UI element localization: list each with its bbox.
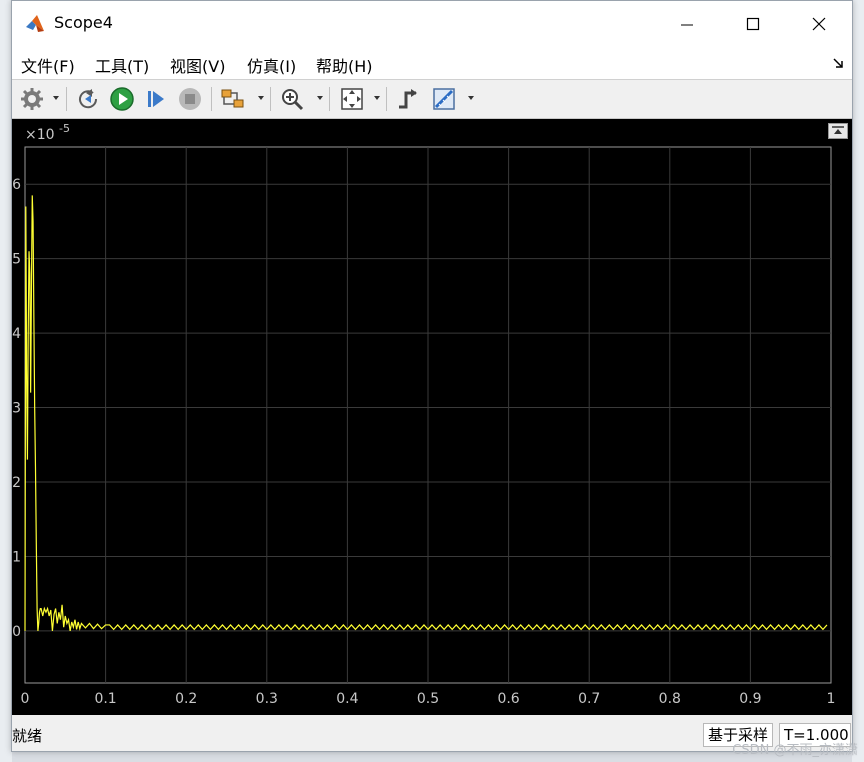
close-button[interactable]	[786, 1, 852, 47]
toolbar	[12, 79, 852, 119]
menu-tools[interactable]: 工具(T)	[95, 53, 149, 77]
y-tick-label: 6	[12, 177, 21, 193]
gear-icon	[21, 88, 43, 110]
y-tick-label: 1	[12, 549, 21, 565]
run-icon	[110, 87, 134, 111]
highlight-block-button[interactable]	[220, 86, 248, 112]
x-tick-label: 0.4	[336, 691, 358, 707]
window-title: Scope4	[54, 13, 113, 32]
menu-bar: 文件(F) 工具(T) 视图(V) 仿真(I) 帮助(H)	[12, 47, 852, 79]
title-bar[interactable]: Scope4	[12, 1, 852, 47]
fit-to-view-icon	[341, 88, 363, 110]
dock-arrow-icon[interactable]	[832, 57, 844, 69]
toolbar-separator	[66, 87, 67, 111]
plot-area[interactable]: 0 0.1 0.2 0.3 0.4 0.5 0.6 0.7 0.8 0.9 1 0 1 2 3 4 5 6 ×10-…	[12, 119, 852, 715]
fit-dropdown[interactable]	[374, 96, 380, 100]
y-tick-label: 3	[12, 401, 21, 417]
zoom-button[interactable]	[280, 86, 304, 112]
stop-button[interactable]	[177, 86, 203, 112]
y-tick-label: 5	[12, 252, 21, 268]
x-tick-label: 0.9	[739, 691, 761, 707]
status-bar: 就绪 基于采样 T=1.000	[12, 715, 852, 751]
step-back-icon	[79, 89, 98, 109]
expand-axes-icon[interactable]	[828, 123, 848, 139]
measurements-dropdown[interactable]	[468, 96, 474, 100]
settings-dropdown[interactable]	[53, 96, 59, 100]
y-tick-label: 0	[12, 624, 21, 640]
settings-button[interactable]	[20, 86, 44, 112]
toolbar-separator	[386, 87, 387, 111]
run-button[interactable]	[109, 86, 135, 112]
toolbar-separator	[211, 87, 212, 111]
y-tick-label: 4	[12, 326, 21, 342]
maximize-button[interactable]	[720, 1, 786, 47]
step-forward-button[interactable]	[144, 86, 168, 112]
x-tick-label: 0.3	[256, 691, 278, 707]
x-tick-label: 0.6	[497, 691, 519, 707]
measurements-button[interactable]	[431, 86, 459, 112]
menu-file[interactable]: 文件(F)	[21, 53, 75, 77]
x-tick-label: 1	[827, 691, 836, 707]
step-back-button[interactable]	[76, 86, 102, 112]
x-tick-label: 0.8	[659, 691, 681, 707]
x-tick-label: 0.7	[578, 691, 600, 707]
fit-to-view-button[interactable]	[339, 86, 365, 112]
maximize-icon	[746, 17, 760, 31]
menu-help[interactable]: 帮助(H)	[316, 53, 373, 77]
scope-window: Scope4 文件(F) 工具(T) 视图(V) 仿真(I) 帮助(H) 0 0…	[11, 0, 853, 752]
menu-simulation[interactable]: 仿真(I)	[247, 53, 296, 77]
toolbar-separator	[270, 87, 271, 111]
x-tick-label: 0.1	[94, 691, 116, 707]
x-tick-label: 0	[21, 691, 30, 707]
watermark-text: CSDN @不雨_亦潇潇	[732, 743, 858, 758]
y-tick-label: 2	[12, 475, 21, 491]
measurements-icon	[433, 88, 455, 110]
x-tick-label: 0.5	[417, 691, 439, 707]
y-exponent-power: -5	[59, 122, 70, 135]
zoom-dropdown[interactable]	[317, 96, 323, 100]
highlight-block-icon	[221, 89, 244, 108]
minimize-icon	[681, 24, 693, 26]
close-icon	[812, 17, 826, 31]
triggers-button[interactable]	[396, 86, 420, 112]
toolbar-separator	[329, 87, 330, 111]
matlab-logo-icon	[24, 13, 46, 35]
status-text: 就绪	[12, 727, 43, 745]
step-forward-icon	[148, 91, 164, 107]
scope-plot[interactable]: 0 0.1 0.2 0.3 0.4 0.5 0.6 0.7 0.8 0.9 1 0 1 2 3 4 5 6 ×10-…	[12, 119, 852, 715]
menu-view[interactable]: 视图(V)	[170, 53, 225, 77]
y-exponent-label: ×10	[25, 127, 55, 143]
zoom-icon	[282, 89, 304, 111]
background-right-strip	[852, 0, 864, 762]
stop-icon	[179, 88, 201, 110]
minimize-button[interactable]	[654, 1, 720, 47]
x-tick-label: 0.2	[175, 691, 197, 707]
triggers-icon	[399, 89, 417, 109]
highlight-dropdown[interactable]	[258, 96, 264, 100]
